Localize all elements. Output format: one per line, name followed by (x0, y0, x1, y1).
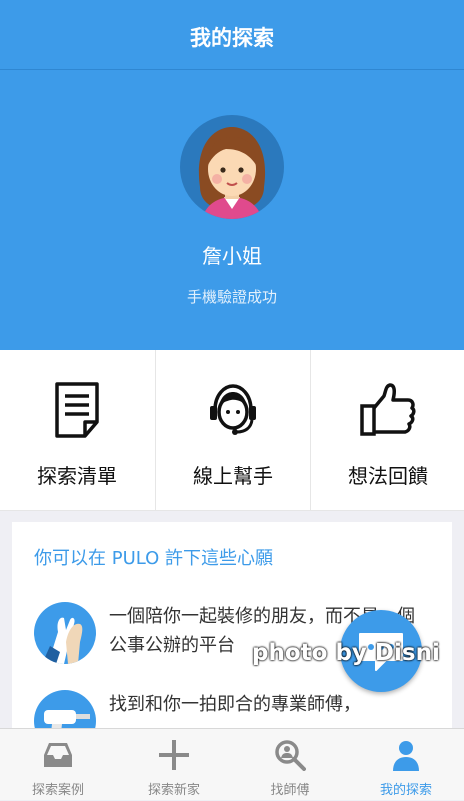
quick-action-label: 想法回饋 (348, 464, 428, 488)
avatar[interactable] (180, 115, 284, 219)
app-header: 我的探索 (0, 0, 464, 70)
quick-action-explore-list[interactable]: 探索清單 (0, 350, 154, 510)
tab-label: 探索新家 (147, 783, 200, 798)
tab-explore-cases[interactable]: 探索案例 (0, 729, 116, 801)
list-item: 找到和你一拍即合的專業師傅， (34, 690, 444, 732)
user-name: 詹小姐 (202, 244, 262, 268)
person-icon (393, 741, 419, 771)
inbox-tray-icon (44, 743, 72, 767)
search-person-icon (275, 740, 306, 771)
verification-status: 手機驗證成功 (186, 288, 277, 306)
wishes-title: 你可以在 PULO 許下這些心願 (34, 548, 274, 569)
plus-icon (159, 740, 189, 770)
photo-watermark: photo by Disni (252, 640, 440, 666)
tab-find-contractor[interactable]: 找師傅 (232, 729, 348, 801)
tab-explore-new-home[interactable]: 探索新家 (116, 729, 232, 801)
tab-label: 我的探索 (379, 783, 432, 798)
page-title: 我的探索 (190, 26, 274, 50)
quick-action-label: 探索清單 (37, 464, 117, 488)
quick-actions: 探索清單 線上幫手 想法回饋 (0, 350, 464, 511)
thumbs-up-icon (360, 383, 416, 436)
high-five-icon (34, 602, 96, 664)
tab-my-explore[interactable]: 我的探索 (348, 729, 464, 801)
headset-agent-icon (210, 384, 256, 435)
quick-action-label: 線上幫手 (193, 464, 273, 488)
quick-action-online-helper[interactable]: 線上幫手 (155, 350, 310, 510)
tab-label: 找師傅 (270, 783, 310, 798)
drill-icon (34, 690, 96, 732)
tab-bar: 探索案例 探索新家 找師傅 我的探索 (0, 728, 464, 800)
quick-action-feedback[interactable]: 想法回饋 (310, 350, 464, 510)
wish-text: 找到和你一拍即合的專業師傅， (109, 694, 361, 715)
tab-label: 探索案例 (31, 783, 84, 798)
profile-section: 詹小姐 手機驗證成功 (0, 70, 464, 350)
document-icon (55, 382, 99, 438)
